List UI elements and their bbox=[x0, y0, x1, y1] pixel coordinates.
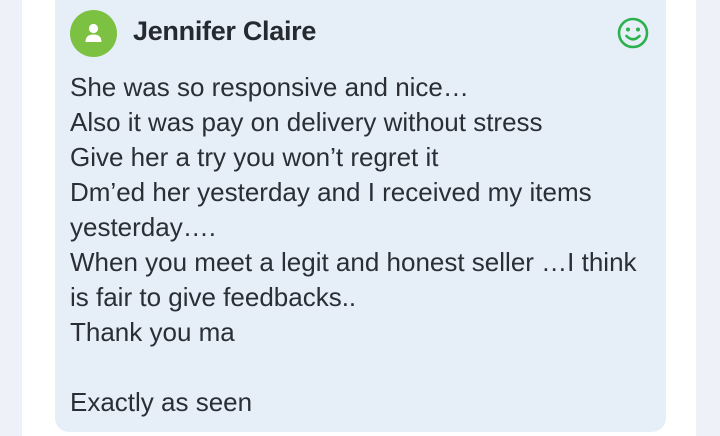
user-icon bbox=[85, 23, 102, 42]
review-line: Give her a try you won’t regret it bbox=[70, 142, 439, 172]
smiley-face-icon bbox=[617, 17, 649, 49]
review-line: Thank you ma bbox=[70, 317, 235, 347]
review-line: yesterday…. bbox=[70, 212, 216, 242]
review-line: Exactly as seen bbox=[70, 387, 253, 417]
reviewer-name: Jennifer Claire bbox=[133, 16, 317, 46]
review-line bbox=[70, 350, 655, 385]
review-line: is fair to give feedbacks.. bbox=[70, 282, 357, 312]
review-line: Dm’ed her yesterday and I received my it… bbox=[70, 177, 592, 207]
review-text: She was so responsive and nice… Also it … bbox=[70, 70, 655, 420]
review-line: She was so responsive and nice… bbox=[70, 72, 469, 102]
review-line: Also it was pay on delivery without stre… bbox=[70, 107, 543, 137]
avatar bbox=[70, 10, 117, 57]
review-line: When you meet a legit and honest seller … bbox=[70, 247, 637, 277]
